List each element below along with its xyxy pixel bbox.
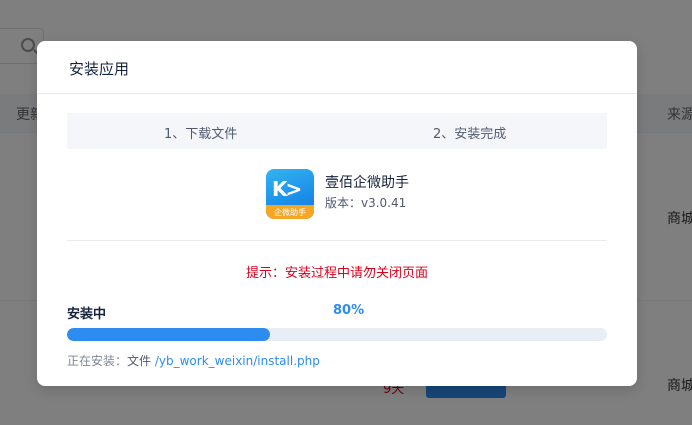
divider [67, 240, 607, 241]
progress-info-prefix: 正在安装： [67, 354, 128, 368]
progress-info-file-label: 文件 [127, 354, 152, 368]
app-name: 壹佰企微助手 [325, 175, 409, 191]
install-app-dialog: 安装应用 1、下载文件 2、安装完成 K> 企微助手 壹佰企微助手 版本：v3.… [37, 41, 637, 386]
install-status-label: 安装中 [67, 307, 107, 322]
progress-info: 正在安装：文件 /yb_work_weixin/install.php [67, 352, 320, 369]
app-logo-icon: K> 企微助手 [266, 169, 314, 219]
install-steps: 1、下载文件 2、安装完成 [67, 113, 607, 149]
step-complete: 2、安装完成 [433, 127, 507, 142]
warning-message: 提示：安装过程中请勿关闭页面 [245, 266, 428, 281]
app-logo-strip-text: 企微助手 [274, 208, 306, 217]
progress-info-file-path[interactable]: /yb_work_weixin/install.php [155, 354, 320, 368]
app-logo-mark: K> [272, 177, 302, 201]
progress-bar [67, 328, 607, 341]
progress-percent: 80% [333, 303, 365, 318]
step-download: 1、下载文件 [164, 127, 238, 142]
progress-bar-fill [67, 328, 271, 341]
app-version: 版本：v3.0.41 [325, 196, 407, 210]
dialog-title: 安装应用 [69, 60, 130, 78]
dialog-header: 安装应用 [37, 41, 637, 94]
